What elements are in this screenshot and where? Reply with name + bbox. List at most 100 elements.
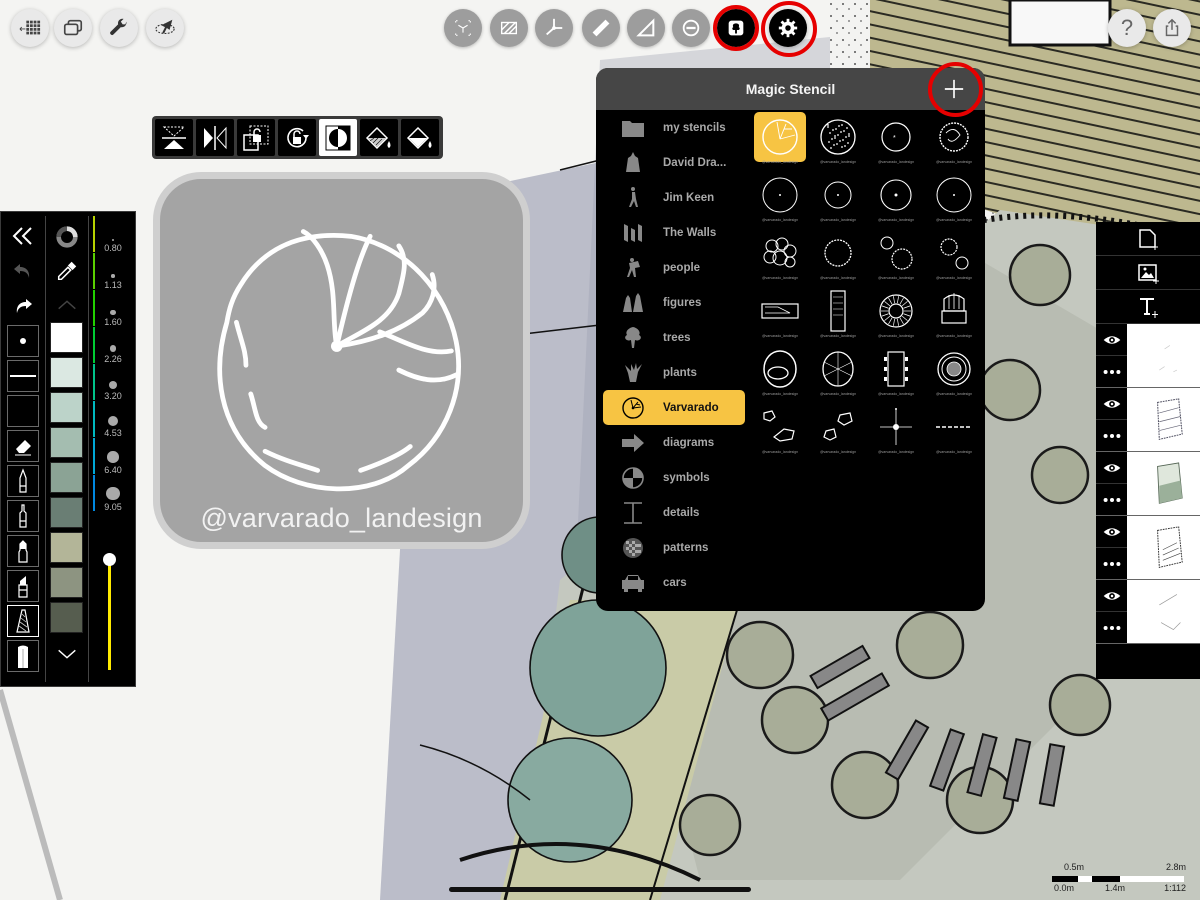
brush-size-option[interactable]: 1.60 — [91, 290, 135, 327]
color-wheel-button[interactable] — [50, 220, 83, 254]
add-layer-button[interactable] — [1096, 222, 1200, 256]
color-swatch[interactable] — [50, 392, 83, 423]
stencil-category-people[interactable]: people — [603, 250, 745, 285]
stencil-lounger[interactable]: @varvarado_landesign — [809, 286, 867, 344]
perspective-button[interactable] — [535, 9, 573, 47]
stencil-round-planter[interactable]: @varvarado_landesign — [925, 344, 983, 402]
undo-button[interactable] — [7, 255, 39, 287]
eyedropper-button[interactable] — [50, 254, 83, 288]
transform-button[interactable] — [444, 9, 482, 47]
stencil-category-diagrams[interactable]: diagrams — [603, 425, 745, 460]
layer-thumbnail[interactable] — [1127, 516, 1200, 579]
shape-button[interactable] — [672, 9, 710, 47]
stencil-tree-outline-1[interactable]: @varvarado_landesign — [751, 170, 809, 228]
layer-thumbnail[interactable] — [1127, 580, 1200, 643]
stencil-category-plants[interactable]: plants — [603, 355, 745, 390]
stencil-category-patterns[interactable]: patterns — [603, 530, 745, 565]
stencil-category-details[interactable]: details — [603, 495, 745, 530]
stencil-category-cars[interactable]: cars — [603, 565, 745, 600]
color-swatch[interactable] — [50, 567, 83, 598]
brush-size-option[interactable]: 3.20 — [91, 364, 135, 401]
layer-row[interactable] — [1096, 324, 1200, 388]
opacity-slider-thumb[interactable] — [103, 553, 116, 566]
stencil-fire-pit[interactable]: @varvarado_landesign — [867, 286, 925, 344]
stencil-category-david-dra[interactable]: David Dra... — [603, 145, 745, 180]
brush-size-option[interactable]: 0.80 — [91, 216, 135, 253]
flip-vertical-button[interactable] — [155, 119, 193, 156]
ruler-button[interactable] — [582, 9, 620, 47]
set-square-button[interactable] — [627, 9, 665, 47]
swatches-scroll-down-button[interactable] — [50, 637, 83, 671]
layer-row[interactable] — [1096, 580, 1200, 644]
stencil-tree-canopy-small[interactable]: * @varvarado_landesign — [867, 112, 925, 170]
selection-button[interactable] — [146, 9, 184, 47]
stencil-tree-outline-2[interactable]: @varvarado_landesign — [809, 170, 867, 228]
color-swatch[interactable] — [50, 532, 83, 563]
stencil-shrub-pair-1[interactable]: @varvarado_landesign — [867, 228, 925, 286]
layer-visibility-toggle[interactable] — [1096, 388, 1127, 420]
windows-button[interactable] — [54, 9, 92, 47]
stencil-preview[interactable]: @varvarado_landesign — [153, 172, 530, 549]
tools-button[interactable] — [100, 9, 138, 47]
layer-visibility-toggle[interactable] — [1096, 324, 1127, 356]
redo-button[interactable] — [7, 290, 39, 322]
stencil-bench[interactable]: @varvarado_landesign — [751, 286, 809, 344]
collapse-palette-button[interactable] — [7, 220, 39, 252]
add-image-button[interactable] — [1096, 256, 1200, 290]
layer-options-button[interactable] — [1096, 420, 1127, 452]
color-swatch[interactable] — [50, 602, 83, 633]
color-swatch[interactable] — [50, 357, 83, 388]
stencil-shrub-pair-2[interactable]: @varvarado_landesign — [925, 228, 983, 286]
add-stencil-button[interactable] — [941, 76, 967, 102]
stencil-category-trees[interactable]: trees — [603, 320, 745, 355]
stencil-boulders-1[interactable]: @varvarado_landesign — [751, 402, 809, 460]
layer-visibility-toggle[interactable] — [1096, 516, 1127, 548]
share-button[interactable] — [1153, 9, 1191, 47]
brush-size-option[interactable]: 4.53 — [91, 401, 135, 438]
stencil-tree-canopy-spiky[interactable]: @varvarado_landesign — [925, 112, 983, 170]
stencil-tree-outline-3[interactable]: @varvarado_landesign — [867, 170, 925, 228]
stencil-tree-outline-4[interactable]: @varvarado_landesign — [925, 170, 983, 228]
stencil-category-my-stencils[interactable]: my stencils — [603, 110, 745, 145]
stencil-shrub-round[interactable]: @varvarado_landesign — [809, 228, 867, 286]
flip-horizontal-button[interactable] — [196, 119, 234, 156]
stencil-tree-canopy-dotted[interactable]: @varvarado_landesign — [809, 112, 867, 170]
layer-row[interactable] — [1096, 452, 1200, 516]
layer-options-button[interactable] — [1096, 548, 1127, 580]
layer-visibility-toggle[interactable] — [1096, 452, 1127, 484]
marker-button[interactable] — [7, 535, 39, 567]
pattern-fill-button[interactable] — [360, 119, 398, 156]
opacity-slider[interactable] — [103, 553, 116, 670]
gallery-button[interactable] — [11, 9, 49, 47]
brush-size-option[interactable]: 9.05 — [91, 475, 135, 512]
layer-thumbnail[interactable] — [1127, 324, 1200, 387]
color-swatch[interactable] — [50, 322, 83, 353]
layer-thumbnail[interactable] — [1127, 388, 1200, 451]
stencil-boulders-2[interactable]: @varvarado_landesign — [809, 402, 867, 460]
texture-brush-button[interactable] — [7, 605, 39, 637]
unlock-scale-button[interactable] — [237, 119, 275, 156]
swatches-scroll-up-button[interactable] — [50, 288, 83, 322]
invert-button[interactable] — [319, 119, 357, 156]
hatch-button[interactable] — [490, 9, 528, 47]
stencil-light-star[interactable]: @varvarado_landesign — [867, 402, 925, 460]
stencil-shrub-cluster[interactable]: @varvarado_landesign — [751, 228, 809, 286]
stencil-category-varvarado[interactable]: Varvarado — [603, 390, 745, 425]
stencil-fountain[interactable]: @varvarado_landesign — [809, 344, 867, 402]
technical-pen-button[interactable] — [7, 500, 39, 532]
stencil-dashed-line[interactable]: @varvarado_landesign — [925, 402, 983, 460]
add-text-button[interactable] — [1096, 290, 1200, 324]
help-button[interactable]: ? — [1108, 9, 1146, 47]
color-swatch[interactable] — [50, 462, 83, 493]
layer-visibility-toggle[interactable] — [1096, 580, 1127, 612]
home-indicator[interactable] — [449, 887, 751, 892]
layer-options-button[interactable] — [1096, 612, 1127, 644]
eraser-button[interactable] — [7, 430, 39, 462]
layer-thumbnail[interactable] — [1127, 452, 1200, 515]
line-brush-button[interactable] — [7, 360, 39, 392]
stencil-dining-table[interactable]: @varvarado_landesign — [867, 344, 925, 402]
color-swatch[interactable] — [50, 427, 83, 458]
layer-row[interactable] — [1096, 516, 1200, 580]
stencil-category-the-walls[interactable]: The Walls — [603, 215, 745, 250]
brush-size-option[interactable]: 1.13 — [91, 253, 135, 290]
